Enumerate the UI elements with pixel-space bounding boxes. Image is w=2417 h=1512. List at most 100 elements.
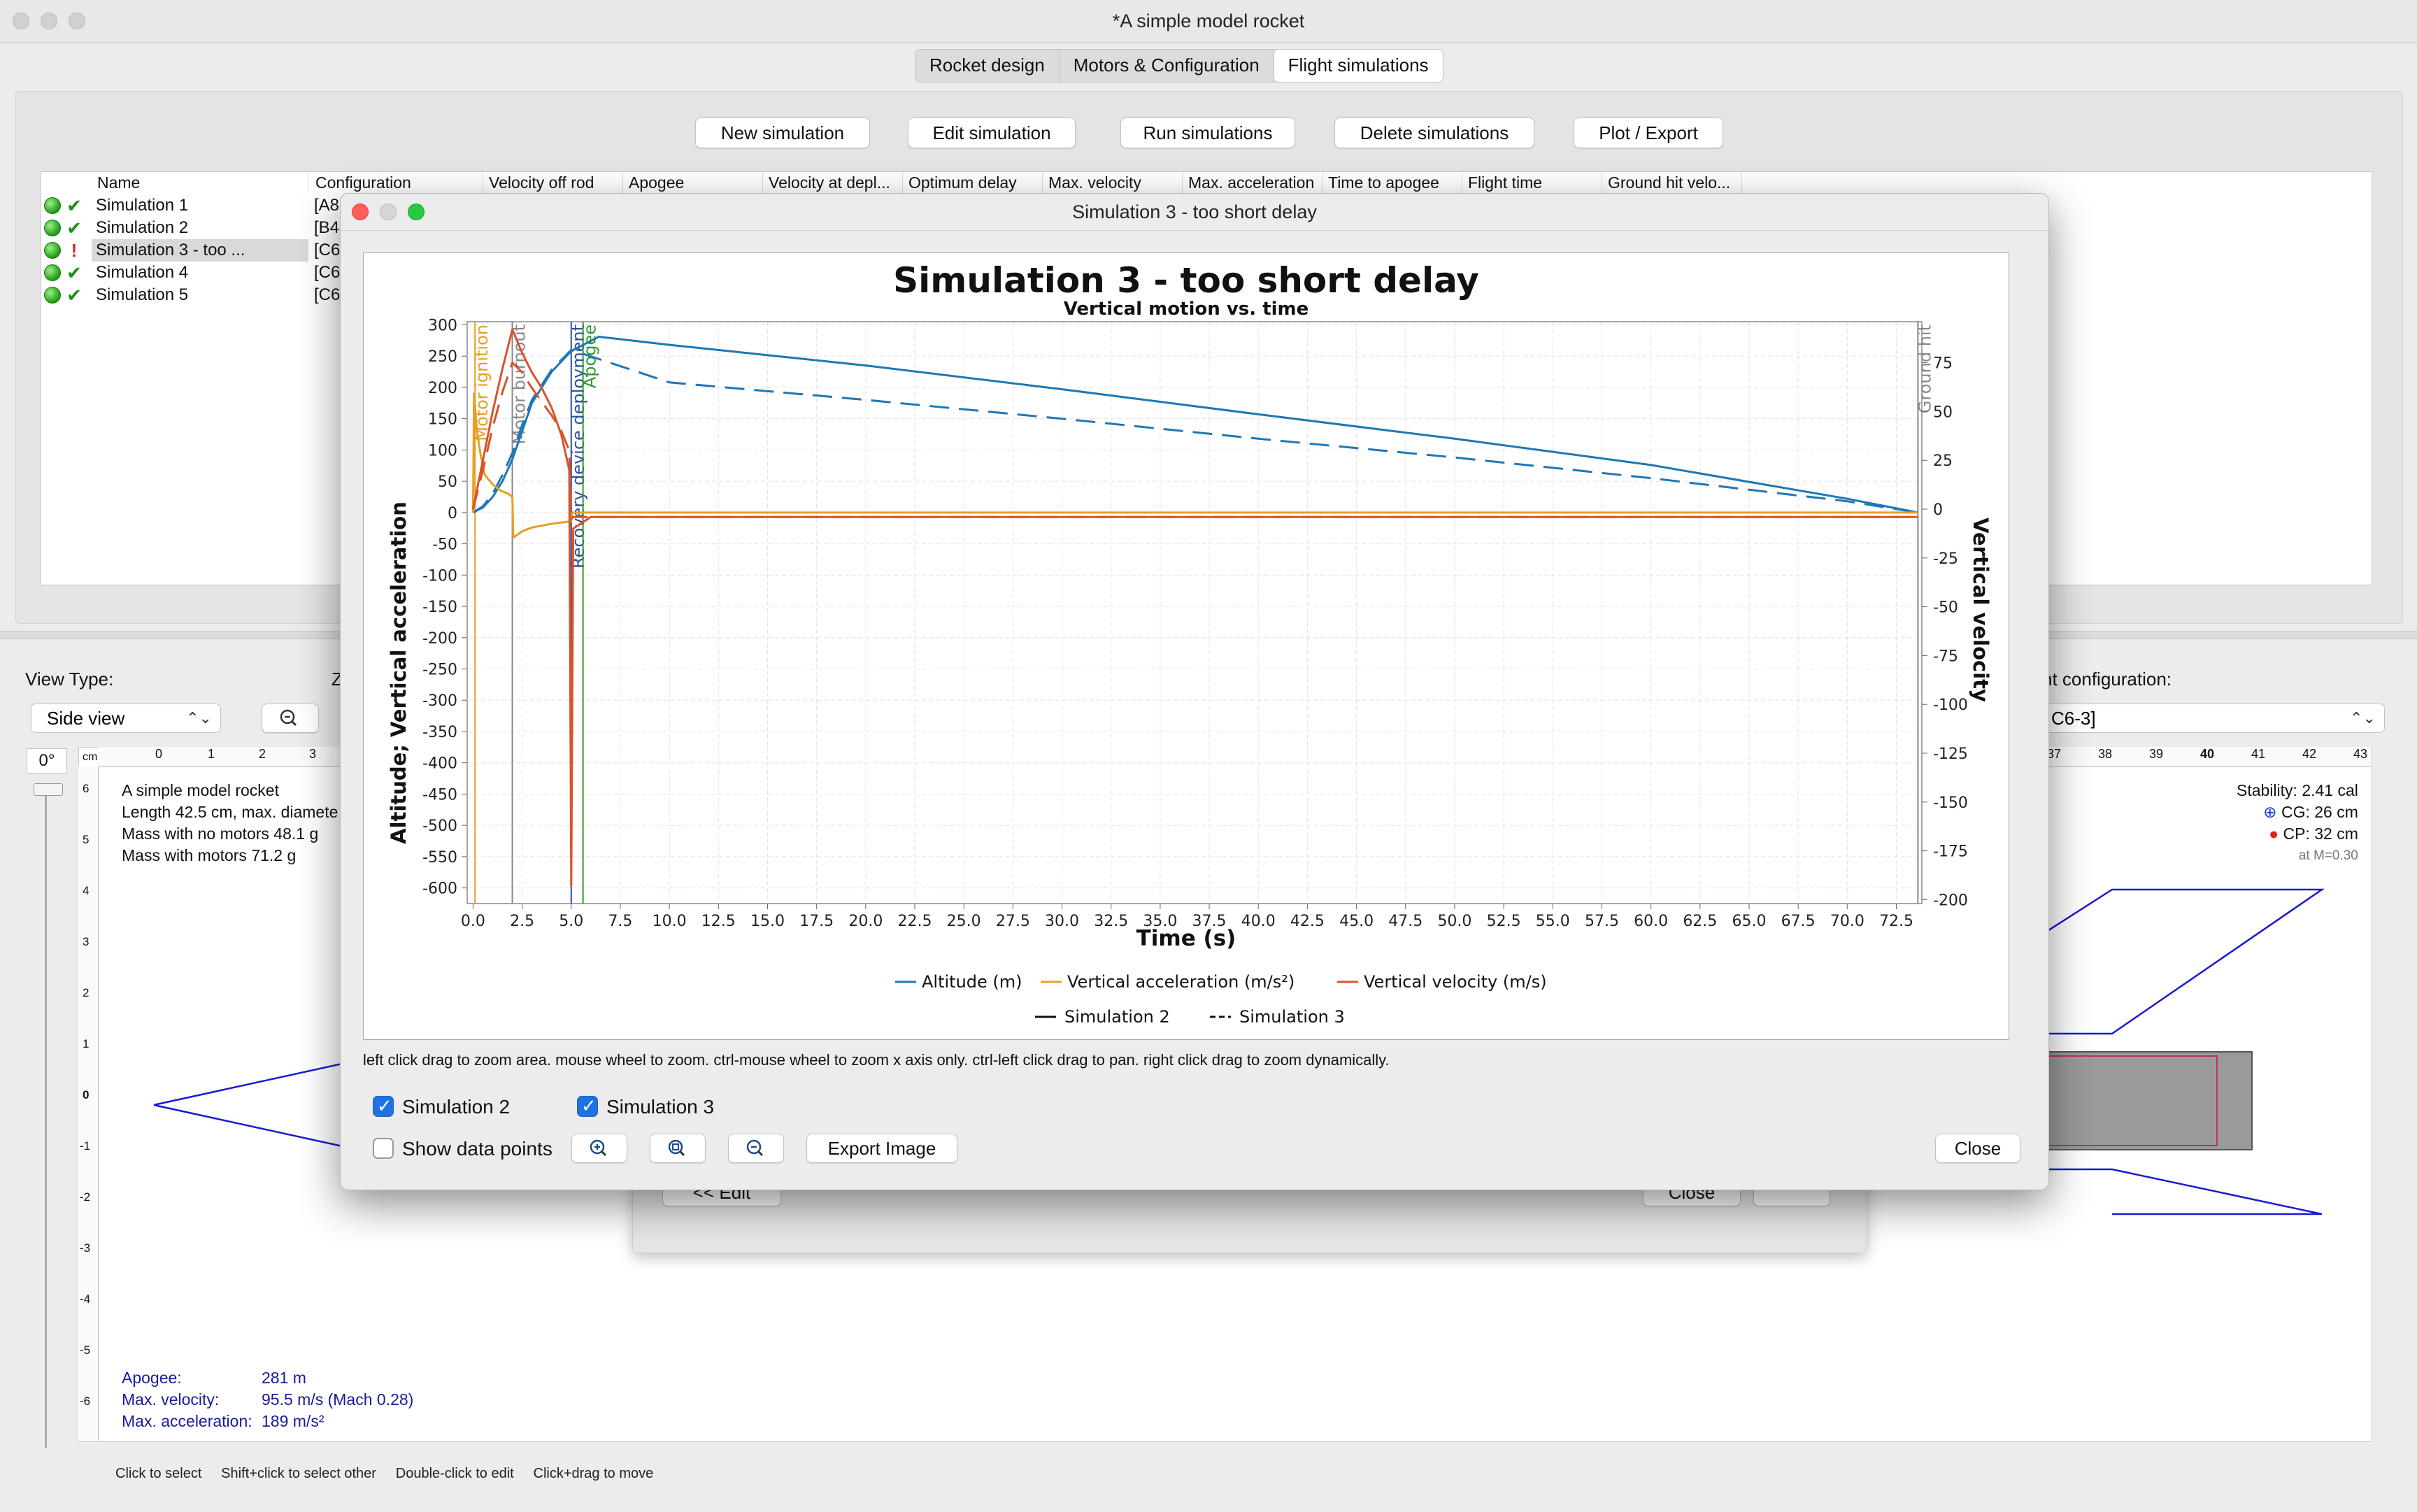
maximize-window-icon[interactable] [69,13,85,29]
cg-icon: ⊕ [2263,803,2277,821]
x-tick-label: 12.5 [701,913,736,930]
chart-subtitle: Vertical motion vs. time [1064,299,1309,320]
ruler-tick: -2 [80,1190,91,1204]
edit-simulation-button[interactable]: Edit simulation [908,117,1076,148]
minimize-window-icon[interactable] [41,13,57,29]
y-left-tick-label: -350 [422,724,457,741]
dialog-close-button[interactable]: Close [1935,1134,2020,1163]
x-tick-label: 47.5 [1388,913,1423,930]
x-tick-label: 72.5 [1879,913,1913,930]
x-tick-label: 22.5 [898,913,932,930]
legend-style-label: Simulation 3 [1239,1007,1345,1027]
flight-chart[interactable]: Simulation 3 - too short delay Vertical … [364,253,2009,1039]
flight-configuration-select[interactable]: C6-3] ⌃⌄ [2035,704,2385,733]
chart-area[interactable]: Simulation 3 - too short delay Vertical … [363,252,2009,1040]
column-header-max-acceleration[interactable]: Max. acceleration [1183,172,1322,193]
ruler-tick: 0 [83,1088,90,1101]
status-hint: Click+drag to move [533,1466,654,1481]
x-tick-label: 65.0 [1732,913,1766,930]
column-header-configuration[interactable]: Configuration [310,172,483,193]
x-tick-label: 10.0 [653,913,687,930]
show-data-points-label: Show data points [402,1138,552,1160]
export-image-button[interactable]: Export Image [806,1134,957,1163]
status-ok-icon [44,220,61,236]
column-header-name[interactable]: Name [92,172,308,193]
x-tick-label: 52.5 [1487,913,1521,930]
y-right-tick-label: 75 [1933,355,1953,373]
y-left-tick-label: 250 [428,348,457,366]
maximize-dialog-icon[interactable] [408,204,425,220]
column-header-time-to-apogee[interactable]: Time to apogee [1322,172,1462,193]
y-right-tick-label: -100 [1933,697,1968,714]
y-left-tick-label: -300 [422,692,457,710]
sim-name: Simulation 5 [96,285,189,304]
checkmark-icon: ✔ [66,262,82,283]
y-left-tick-label: -400 [422,755,457,773]
rocket-info-name: A simple model rocket [122,781,279,799]
new-simulation-button[interactable]: New simulation [695,117,870,148]
window-titlebar: *A simple model rocket [0,0,2417,43]
minimize-dialog-icon[interactable] [380,204,397,220]
sim-name: Simulation 4 [96,263,189,282]
column-header-max-velocity[interactable]: Max. velocity [1043,172,1183,193]
x-tick-label: 67.5 [1781,913,1816,930]
ruler-tick: 1 [83,1037,90,1050]
column-header-optimum-delay[interactable]: Optimum delay [903,172,1043,193]
ruler-tick: 3 [83,935,90,948]
ruler-tick: 39 [2149,747,2164,761]
ruler-tick: -3 [80,1241,91,1255]
simulation-3-label: Simulation 3 [606,1096,715,1118]
zoom-in-button[interactable] [571,1134,627,1163]
fin-top-outline [2041,888,2325,1035]
x-tick-label: 30.0 [1045,913,1079,930]
tab-rocket-design[interactable]: Rocket design [915,50,1060,82]
y-right-tick-label: -75 [1933,648,1958,665]
rotation-field[interactable]: 0° [27,748,67,773]
close-window-icon[interactable] [13,13,29,29]
close-dialog-icon[interactable] [352,204,369,220]
delete-simulations-button[interactable]: Delete simulations [1334,117,1534,148]
y-right-tick-label: -125 [1933,746,1968,763]
zoom-out-icon [746,1139,764,1157]
y-right-tick-label: -150 [1933,794,1968,812]
rotation-slider-track[interactable] [45,783,47,1448]
show-data-points-checkbox[interactable] [373,1138,394,1159]
column-header-ground-hit-velocity[interactable]: Ground hit velo... [1602,172,1742,193]
simulation-3-checkbox[interactable] [577,1095,598,1117]
sim-name: Simulation 3 - too ... [92,239,308,262]
simulation-2-checkbox[interactable] [373,1095,394,1117]
run-simulations-button[interactable]: Run simulations [1120,117,1295,148]
x-tick-label: 40.0 [1241,913,1276,930]
ruler-tick: -6 [80,1395,91,1408]
zoom-fit-button[interactable] [650,1134,706,1163]
zoom-out-button[interactable] [728,1134,784,1163]
ruler-tick: 40 [2200,747,2215,761]
column-header-apogee[interactable]: Apogee [623,172,763,193]
y-left-tick-label: -550 [422,849,457,866]
tab-flight-simulations[interactable]: Flight simulations [1274,50,1443,82]
max-acceleration-label: Max. acceleration: [122,1412,252,1430]
ruler-tick: 3 [309,747,317,761]
x-tick-label: 7.5 [608,913,632,930]
rocket-info-mass-with-motors: Mass with motors 71.2 g [122,846,297,864]
zoom-out-button[interactable] [262,704,319,733]
column-header-velocity-off-rod[interactable]: Velocity off rod [483,172,623,193]
tab-motors-configuration[interactable]: Motors & Configuration [1060,50,1274,82]
simulation-2-label: Simulation 2 [402,1096,511,1118]
y-right-tick-label: -25 [1933,550,1958,568]
view-type-select[interactable]: Side view ⌃⌄ [31,704,221,733]
rotation-slider-handle[interactable] [34,783,63,796]
plot-export-button[interactable]: Plot / Export [1574,117,1723,148]
y-right-tick-label: 25 [1933,452,1953,470]
column-header-flight-time[interactable]: Flight time [1462,172,1602,193]
y-left-tick-label: 0 [448,505,457,522]
legend-label: Altitude (m) [922,972,1022,992]
y-left-tick-label: -200 [422,630,457,648]
zoom-fit-icon [668,1139,685,1157]
column-header-velocity-at-deployment[interactable]: Velocity at depl... [763,172,903,193]
warning-icon: ! [71,240,78,261]
max-velocity-value: 95.5 m/s (Mach 0.28) [262,1390,414,1408]
x-tick-label: 25.0 [947,913,981,930]
rocket-info-length: Length 42.5 cm, max. diamete [122,803,338,821]
y-left-tick-label: -150 [422,599,457,616]
